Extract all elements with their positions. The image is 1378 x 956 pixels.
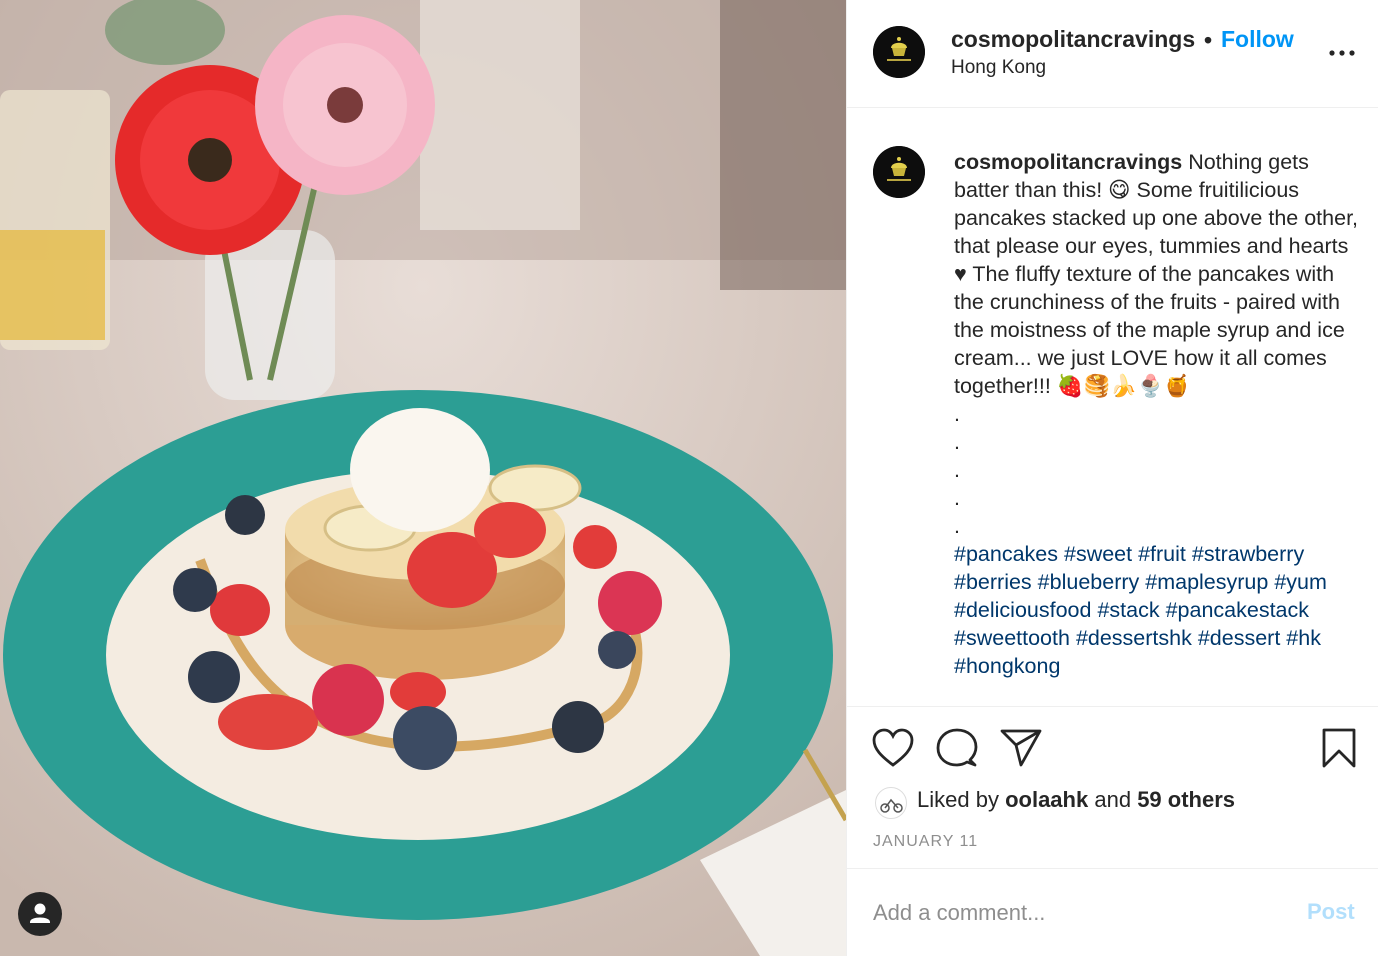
comment-input[interactable]: [873, 895, 1273, 931]
likes-joiner: and: [1094, 787, 1132, 812]
hashtag[interactable]: #hk: [1286, 626, 1321, 650]
hashtag[interactable]: #pancakestack: [1166, 598, 1309, 622]
user-tag-button[interactable]: [18, 892, 62, 936]
hashtag[interactable]: #strawberry: [1192, 542, 1304, 566]
post-location[interactable]: Hong Kong: [951, 57, 1046, 79]
hashtag[interactable]: #fruit: [1138, 542, 1186, 566]
share-button[interactable]: [999, 727, 1043, 774]
hashtag[interactable]: #dessertshk: [1076, 626, 1192, 650]
follow-button[interactable]: Follow: [1221, 26, 1294, 53]
save-button[interactable]: [1321, 727, 1357, 774]
post-header: cosmopolitancravings • Follow Hong Kong: [847, 0, 1378, 108]
cupcake-logo-icon: [873, 26, 925, 78]
post-detail-panel: cosmopolitancravings • Follow Hong Kong …: [846, 0, 1378, 956]
hashtag[interactable]: #yum: [1274, 570, 1327, 594]
caption-dots: . . . . .: [954, 402, 960, 538]
likes-prefix: Liked by: [917, 787, 999, 812]
likes-others-link[interactable]: 59 others: [1137, 787, 1235, 812]
hashtag[interactable]: #sweet: [1064, 542, 1132, 566]
heart-icon: [872, 728, 914, 767]
caption-username[interactable]: cosmopolitancravings: [954, 150, 1182, 174]
likes-summary: Liked by oolaahk and 59 others: [917, 787, 1235, 813]
more-options-icon: [1329, 50, 1355, 56]
cupcake-logo-icon: [873, 146, 925, 198]
caption-text-block: cosmopolitancravings Nothing gets batter…: [954, 148, 1364, 680]
hashtag[interactable]: #sweettooth: [954, 626, 1070, 650]
caption-avatar[interactable]: [873, 146, 925, 198]
pancake-photo-illustration: [0, 0, 846, 956]
hashtag-list: #pancakes #sweet #fruit #strawberry #ber…: [954, 542, 1333, 678]
post-photo[interactable]: [0, 0, 846, 956]
caption-body: Nothing gets batter than this! 😋 Some fr…: [954, 150, 1365, 398]
more-options-button[interactable]: [1327, 38, 1357, 68]
comment-icon: [936, 728, 978, 767]
hashtag[interactable]: #dessert: [1198, 626, 1280, 650]
bookmark-icon: [1322, 728, 1356, 768]
post-comment-button[interactable]: Post: [1307, 899, 1355, 925]
comment-bar: Post: [847, 868, 1378, 956]
avatar[interactable]: [873, 26, 925, 78]
liker-username[interactable]: oolaahk: [1005, 787, 1088, 812]
hashtag[interactable]: #deliciousfood: [954, 598, 1091, 622]
hashtag[interactable]: #blueberry: [1038, 570, 1140, 594]
hashtag[interactable]: #stack: [1097, 598, 1159, 622]
caption-section: cosmopolitancravings Nothing gets batter…: [847, 108, 1378, 706]
liker-avatar[interactable]: [875, 787, 907, 819]
hashtag[interactable]: #pancakes: [954, 542, 1058, 566]
follow-separator: •: [1204, 27, 1213, 53]
like-button[interactable]: [871, 727, 915, 774]
post-author-username[interactable]: cosmopolitancravings: [951, 26, 1195, 53]
share-icon: [1000, 729, 1042, 767]
hashtag[interactable]: #hongkong: [954, 654, 1060, 678]
hashtag[interactable]: #maplesyrup: [1145, 570, 1268, 594]
post-date[interactable]: JANUARY 11: [873, 833, 978, 851]
hashtag[interactable]: #berries: [954, 570, 1032, 594]
post-actions: Liked by oolaahk and 59 others JANUARY 1…: [847, 706, 1378, 868]
comment-button[interactable]: [935, 727, 979, 774]
scooter-logo-icon: [880, 798, 903, 813]
user-tag-icon: [30, 903, 50, 923]
